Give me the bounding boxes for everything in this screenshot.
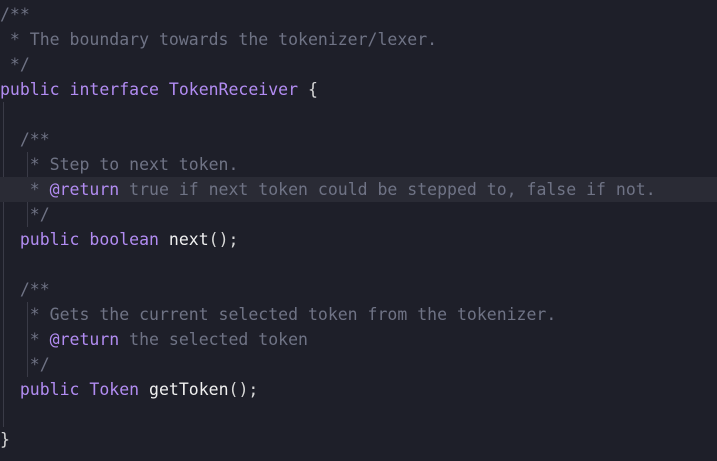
code-token: * <box>0 330 50 349</box>
code-token: true if next token could be stepped to, … <box>119 180 656 199</box>
code-line[interactable]: * The boundary towards the tokenizer/lex… <box>0 27 717 52</box>
code-token: Token <box>89 380 140 399</box>
code-token: getToken <box>149 380 229 399</box>
code-token: (); <box>228 380 259 399</box>
code-line[interactable]: public interface TokenReceiver { <box>0 77 717 102</box>
code-line[interactable]: * Step to next token. <box>0 152 717 177</box>
code-line[interactable]: */ <box>0 352 717 377</box>
code-line[interactable]: * @return true if next token could be st… <box>0 177 717 202</box>
code-line[interactable]: */ <box>0 52 717 77</box>
code-line[interactable]: /** <box>0 127 717 152</box>
code-token: TokenReceiver <box>168 80 299 99</box>
code-token: @return <box>49 180 120 199</box>
code-token: */ <box>0 205 50 224</box>
code-token: public <box>19 230 80 249</box>
code-token: /** <box>0 5 30 24</box>
code-token: boolean <box>89 230 159 249</box>
code-line[interactable] <box>0 402 717 427</box>
code-line[interactable]: /** <box>0 277 717 302</box>
code-line[interactable] <box>0 102 717 127</box>
code-line[interactable] <box>0 252 717 277</box>
code-line[interactable]: * Gets the current selected token from t… <box>0 302 717 327</box>
code-token: @return <box>49 330 120 349</box>
code-token: * Gets the current selected token from t… <box>0 305 557 324</box>
code-editor[interactable]: /** * The boundary towards the tokenizer… <box>0 2 717 461</box>
code-token: next <box>168 230 209 249</box>
code-token: public <box>19 380 80 399</box>
code-line[interactable]: */ <box>0 202 717 227</box>
code-lines[interactable]: /** * The boundary towards the tokenizer… <box>0 2 717 452</box>
code-token: */ <box>0 55 30 74</box>
code-line[interactable]: /** <box>0 2 717 27</box>
code-token: * Step to next token. <box>0 155 239 174</box>
code-token: the selected token <box>119 330 308 349</box>
code-token: interface <box>69 80 159 99</box>
code-token: * The boundary towards the tokenizer/lex… <box>0 30 438 49</box>
code-line[interactable]: public Token getToken(); <box>0 377 717 402</box>
code-token: } <box>0 430 10 449</box>
code-token: { <box>298 80 318 99</box>
code-token: /** <box>0 130 50 149</box>
code-token: (); <box>208 230 239 249</box>
code-line[interactable]: } <box>0 427 717 452</box>
code-token: /** <box>0 280 50 299</box>
code-token: */ <box>0 355 50 374</box>
code-token: public <box>0 80 60 99</box>
code-token: * <box>0 180 50 199</box>
code-line[interactable]: public boolean next(); <box>0 227 717 252</box>
code-line[interactable]: * @return the selected token <box>0 327 717 352</box>
